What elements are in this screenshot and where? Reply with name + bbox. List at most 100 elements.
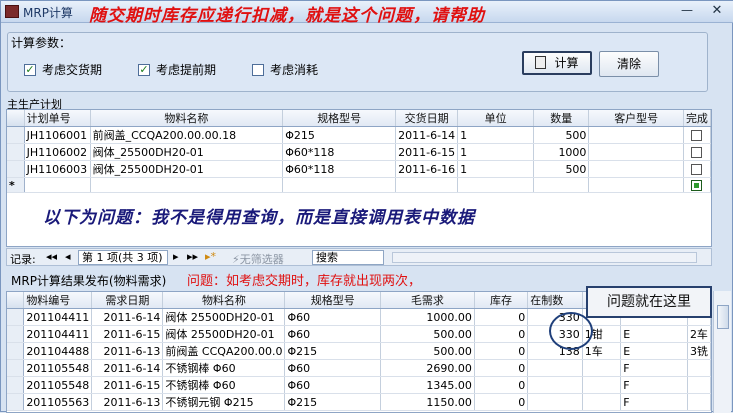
col-material-name[interactable]: 物料名称: [90, 110, 284, 127]
table-row[interactable]: 201104488 2011-6-13 前阀盖 CCQA200.00.0 Φ215 50…: [7, 342, 711, 360]
col-quantity[interactable]: 数量: [533, 110, 590, 127]
cell-spec[interactable]: Φ60*118: [282, 160, 397, 178]
col-stock[interactable]: 库存: [474, 292, 529, 309]
cell-gross[interactable]: 1345.00: [380, 376, 475, 394]
col-material-code[interactable]: 物料编号: [23, 292, 93, 309]
cell-extra[interactable]: 1车: [582, 342, 622, 360]
close-button[interactable]: ✕: [708, 4, 726, 19]
table-row[interactable]: 201105548 2011-6-15 不锈钢棒 Φ60 Φ60 1345.00 0 F: [7, 376, 711, 394]
cell-extra[interactable]: [582, 393, 622, 411]
cell-date[interactable]: 2011-6-15: [91, 325, 164, 343]
cell-name[interactable]: 不锈钢元钢 Φ215: [162, 393, 286, 411]
last-record-button[interactable]: ▸▸: [187, 250, 198, 263]
col-delivery-date[interactable]: 交货日期: [395, 110, 459, 127]
cell-gross[interactable]: 500.00: [380, 325, 475, 343]
cell-gross[interactable]: 1000.00: [380, 308, 475, 326]
row-selector[interactable]: [7, 160, 25, 178]
cell-code[interactable]: 201105563: [23, 393, 93, 411]
minimize-button[interactable]: —: [678, 4, 696, 19]
col-unit[interactable]: 单位: [457, 110, 535, 127]
cell-wip[interactable]: [527, 393, 583, 411]
row-selector[interactable]: [7, 143, 25, 161]
option-leadtime-checkbox[interactable]: ✓ 考虑提前期: [138, 61, 216, 77]
cell-name[interactable]: 前阀盖 CCQA200.00.0: [162, 342, 286, 360]
cell-spec[interactable]: Φ215: [284, 393, 381, 411]
cell-wip[interactable]: [527, 359, 583, 377]
done-checkbox[interactable]: [691, 130, 703, 141]
cell-unit[interactable]: 1: [457, 160, 535, 178]
cell-delivery-date[interactable]: 2011-6-15: [395, 143, 459, 161]
cell-empty[interactable]: [395, 177, 459, 193]
cell-stock[interactable]: 0: [474, 393, 529, 411]
cell-done[interactable]: [683, 177, 711, 193]
row-selector[interactable]: [7, 393, 25, 411]
col-plan-no[interactable]: 计划单号: [24, 110, 91, 127]
row-selector[interactable]: [7, 376, 25, 394]
col-material-name[interactable]: 物料名称: [162, 292, 286, 309]
cell-extra[interactable]: F: [620, 359, 688, 377]
col-wip[interactable]: 在制数: [527, 292, 583, 309]
cell-empty[interactable]: [282, 177, 397, 193]
cell-quantity[interactable]: 1000: [533, 143, 590, 161]
cell-plan-no[interactable]: JH1106003: [24, 160, 91, 178]
checkbox-icon[interactable]: ✓: [138, 63, 150, 76]
cell-extra[interactable]: 3铣: [687, 342, 711, 360]
cell-extra[interactable]: [687, 359, 711, 377]
cell-stock[interactable]: 0: [474, 359, 529, 377]
cell-customer-model[interactable]: [588, 143, 684, 161]
option-consumption-checkbox[interactable]: 考虑消耗: [252, 61, 318, 77]
cell-empty[interactable]: [588, 177, 684, 193]
cell-wip[interactable]: [527, 376, 583, 394]
cell-done[interactable]: [683, 126, 711, 144]
cell-extra[interactable]: [687, 376, 711, 394]
cell-spec[interactable]: Φ215: [284, 342, 381, 360]
cell-material-name[interactable]: 阀体_25500DH20-01: [90, 143, 284, 161]
cell-empty[interactable]: [90, 177, 284, 193]
cell-quantity[interactable]: 500: [533, 126, 590, 144]
cell-extra[interactable]: E: [620, 342, 688, 360]
table-row[interactable]: 201105548 2011-6-14 不锈钢棒 Φ60 Φ60 2690.00 0 F: [7, 359, 711, 377]
next-record-button[interactable]: ▸: [173, 250, 179, 263]
cell-stock[interactable]: 0: [474, 308, 529, 326]
calculate-button[interactable]: 计算: [522, 51, 592, 75]
cell-delivery-date[interactable]: 2011-6-14: [395, 126, 459, 144]
cell-delivery-date[interactable]: 2011-6-16: [395, 160, 459, 178]
row-selector[interactable]: [7, 308, 25, 326]
new-record-button[interactable]: ▸*: [205, 250, 216, 263]
cell-customer-model[interactable]: [588, 160, 684, 178]
cell-code[interactable]: 201104411: [23, 325, 93, 343]
cell-code[interactable]: 201105548: [23, 359, 93, 377]
select-all-cell[interactable]: [7, 292, 25, 309]
cell-extra[interactable]: F: [620, 393, 688, 411]
cell-extra[interactable]: F: [620, 376, 688, 394]
row-selector[interactable]: [7, 126, 25, 144]
cell-name[interactable]: 不锈钢棒 Φ60: [162, 359, 286, 377]
cell-date[interactable]: 2011-6-15: [91, 376, 164, 394]
cell-stock[interactable]: 0: [474, 325, 529, 343]
new-row-marker[interactable]: *: [7, 177, 25, 193]
cell-name[interactable]: 不锈钢棒 Φ60: [162, 376, 286, 394]
cell-spec[interactable]: Φ215: [282, 126, 397, 144]
col-gross-demand[interactable]: 毛需求: [380, 292, 475, 309]
clear-button[interactable]: 清除: [599, 51, 659, 77]
cell-customer-model[interactable]: [588, 126, 684, 144]
option-delivery-checkbox[interactable]: ✓ 考虑交货期: [24, 61, 102, 77]
cell-extra[interactable]: [687, 393, 711, 411]
done-checkbox[interactable]: [691, 180, 703, 191]
horizontal-scrollbar[interactable]: [392, 252, 697, 263]
cell-empty[interactable]: [24, 177, 91, 193]
row-selector[interactable]: [7, 342, 25, 360]
cell-code[interactable]: 201104411: [23, 308, 93, 326]
cell-stock[interactable]: 0: [474, 342, 529, 360]
cell-plan-no[interactable]: JH1106001: [24, 126, 91, 144]
first-record-button[interactable]: ◂◂: [46, 250, 57, 263]
search-input[interactable]: 搜索: [312, 250, 384, 265]
cell-done[interactable]: [683, 143, 711, 161]
table-row[interactable]: 201105563 2011-6-13 不锈钢元钢 Φ215 Φ215 1150.00 0…: [7, 393, 711, 411]
cell-name[interactable]: 阀体 25500DH20-01: [162, 325, 286, 343]
cell-extra[interactable]: 2车: [687, 325, 711, 343]
table-row[interactable]: JH1106003 阀体_25500DH20-01 Φ60*118 2011-6…: [7, 160, 711, 178]
select-all-cell[interactable]: [7, 110, 25, 127]
cell-code[interactable]: 201105548: [23, 376, 93, 394]
cell-plan-no[interactable]: JH1106002: [24, 143, 91, 161]
